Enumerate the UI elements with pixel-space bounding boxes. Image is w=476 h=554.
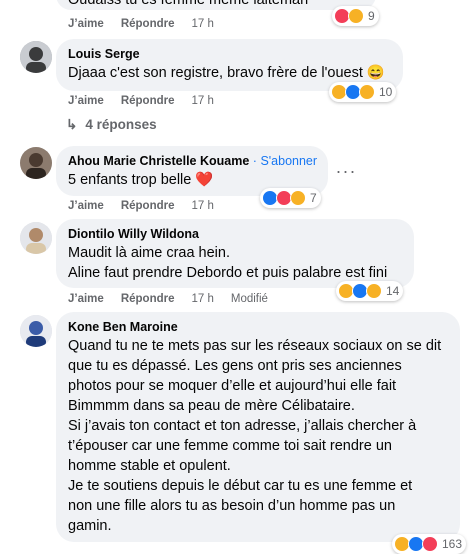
reaction-summary[interactable]: 7	[260, 188, 321, 208]
comment-text-line: Si j’avais ton contact et ton adresse, j…	[68, 418, 417, 434]
comment-text-line: homme stable et opulent.	[68, 458, 231, 474]
like-button[interactable]: J’aime	[68, 293, 104, 305]
comment-text: 5 enfants trop belle ❤️	[68, 172, 214, 188]
comment-text: Djaaa c'est son registre, bravo frère de…	[68, 65, 385, 81]
reply-button[interactable]: Répondre	[121, 200, 175, 212]
avatar-image	[20, 222, 52, 254]
care-reaction-icon	[290, 190, 306, 206]
comment-author-line: Ahou Marie Christelle Kouame · S'abonner	[68, 154, 317, 168]
timestamp[interactable]: 17 h	[191, 95, 213, 107]
reply-arrow-icon: ↳	[66, 117, 78, 132]
reaction-count: 9	[368, 9, 375, 23]
more-options-icon[interactable]: ···	[332, 157, 360, 185]
timestamp[interactable]: 17 h	[191, 200, 213, 212]
timestamp[interactable]: 17 h	[191, 18, 213, 30]
reply-button[interactable]: Répondre	[121, 95, 175, 107]
comment-text-line: gamin.	[68, 518, 112, 534]
reaction-count: 10	[379, 85, 393, 99]
like-button[interactable]: J’aime	[68, 95, 104, 107]
avatar[interactable]	[20, 315, 52, 347]
care-reaction-icon	[359, 84, 375, 100]
comment-actions: J’aime Répondre 17 h	[68, 18, 231, 30]
view-replies[interactable]: ↳ 4 réponses	[66, 117, 157, 133]
comment-actions: J’aime Répondre 17 h	[68, 200, 231, 212]
reaction-summary[interactable]: 10	[329, 82, 397, 102]
like-button[interactable]: J’aime	[68, 18, 104, 30]
like-button[interactable]: J’aime	[68, 200, 104, 212]
replies-label: 4 réponses	[85, 117, 157, 132]
reaction-count: 7	[310, 191, 317, 205]
avatar[interactable]	[20, 222, 52, 254]
reaction-count: 14	[386, 284, 400, 298]
comment-actions: J’aime Répondre 17 h Modifié	[68, 293, 285, 305]
care-reaction-icon	[366, 283, 382, 299]
reaction-summary[interactable]: 163	[392, 534, 467, 554]
comment-text-line: Bimmmm dans sa peau de mère Célibataire.	[68, 398, 355, 414]
comment-author[interactable]: Ahou Marie Christelle Kouame	[68, 154, 249, 168]
comment-actions: J’aime Répondre 17 h	[68, 95, 231, 107]
timestamp[interactable]: 17 h	[191, 293, 213, 305]
comment-text-line: Quand tu ne te mets pas sur les réseaux …	[68, 338, 442, 354]
avatar[interactable]	[20, 147, 52, 179]
edited-label: Modifié	[230, 293, 268, 305]
comment-text-line: que tu es dépassé. Les gens ont pris ses…	[68, 358, 402, 374]
love-reaction-icon	[422, 536, 438, 552]
reply-button[interactable]: Répondre	[121, 18, 175, 30]
reaction-count: 163	[442, 537, 463, 551]
reaction-summary[interactable]: 9	[332, 6, 379, 26]
comment-text-top: Oudaiss tu es femme même laiteman	[68, 0, 309, 8]
comment-text-line: non une fille alors tu as besoin d’un ho…	[68, 498, 396, 514]
comment-text-line: Je te soutiens depuis le début car tu es…	[68, 478, 413, 494]
comment-text-line: Maudit là aime craa hein.	[68, 245, 230, 261]
comment-author[interactable]: Diontilo Willy Wildona	[68, 227, 199, 241]
follow-button[interactable]: S'abonner	[260, 154, 317, 168]
separator: ·	[252, 154, 257, 168]
avatar-image	[20, 41, 52, 73]
avatar-image	[20, 315, 52, 347]
haha-reaction-icon	[348, 8, 364, 24]
comment-text-line: photos pour se moquer d’elle et aujourd’…	[68, 378, 397, 394]
comment-author[interactable]: Kone Ben Maroine	[68, 320, 178, 334]
avatar[interactable]	[20, 41, 52, 73]
reply-button[interactable]: Répondre	[121, 293, 175, 305]
reaction-summary[interactable]: 14	[336, 281, 404, 301]
avatar-image	[20, 147, 52, 179]
comment-author[interactable]: Louis Serge	[68, 47, 140, 61]
comment-text-line: t’épouser car une femme comme toi sait r…	[68, 438, 392, 454]
comment-text-line: Aline faut prendre Debordo et puis palab…	[68, 265, 388, 281]
